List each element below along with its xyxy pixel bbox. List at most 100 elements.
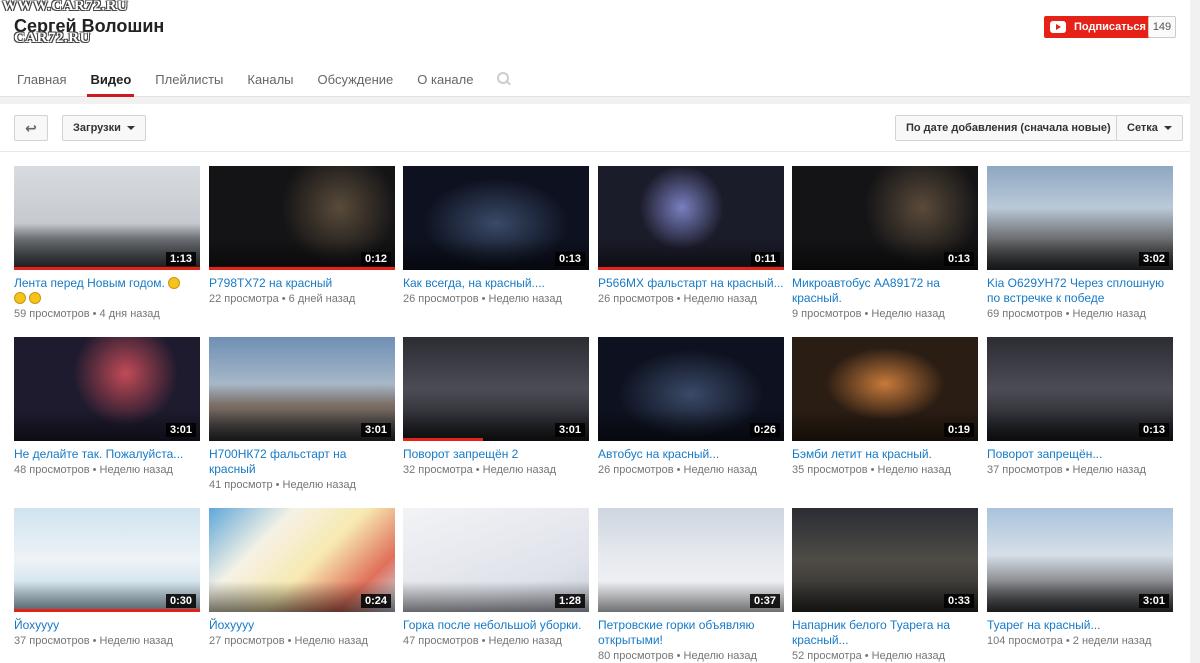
subscriber-count: 149 xyxy=(1148,16,1176,38)
video-age: Неделю назад xyxy=(1072,308,1146,320)
video-card[interactable]: 0:11 Р566МХ фальстарт на красный... 26 про… xyxy=(598,166,784,305)
video-title-text: Автобус на красный... xyxy=(598,447,720,461)
video-age: Неделю назад xyxy=(282,479,356,491)
video-thumbnail[interactable]: 0:33 xyxy=(792,508,978,612)
video-title[interactable]: Автобус на красный... xyxy=(598,447,784,462)
youtube-play-icon xyxy=(1050,21,1066,33)
video-card[interactable]: 0:19 Бэмби летит на красный. 35 просмотров… xyxy=(792,337,978,476)
tab-home[interactable]: Главная xyxy=(17,62,66,97)
video-card[interactable]: 0:30 Йохуууу 37 просмотров • Неделю назад xyxy=(14,508,200,647)
video-title[interactable]: Поворот запрещён... xyxy=(987,447,1173,462)
video-card[interactable]: 0:26 Автобус на красный... 26 просмотров •… xyxy=(598,337,784,476)
tab-playlists[interactable]: Плейлисты xyxy=(155,62,223,97)
view-dropdown[interactable]: Сетка xyxy=(1116,115,1183,141)
video-views: 41 просмотр xyxy=(209,479,273,491)
videos-panel: ↩ Загрузки По дате добавления (сначала н… xyxy=(0,104,1190,663)
video-meta: 35 просмотров • Неделю назад xyxy=(792,464,978,476)
video-thumbnail[interactable]: 0:19 xyxy=(792,337,978,441)
video-duration: 0:30 xyxy=(165,594,196,608)
video-card[interactable]: 0:24 Йохуууу 27 просмотров • Неделю назад xyxy=(209,508,395,647)
video-card[interactable]: 3:01 Не делайте так. Пожалуйста... 48 прос… xyxy=(14,337,200,476)
meta-separator: • xyxy=(284,635,295,647)
video-thumbnail[interactable]: 3:01 xyxy=(403,337,589,441)
video-card[interactable]: 0:12 Р798ТХ72 на красный 22 просмотра • 6 … xyxy=(209,166,395,305)
video-title[interactable]: Йохуууу xyxy=(14,618,200,633)
video-thumbnail[interactable]: 0:30 xyxy=(14,508,200,612)
video-views: 37 просмотров xyxy=(14,635,90,647)
video-age: Неделю назад xyxy=(294,635,368,647)
video-views: 32 просмотра xyxy=(403,464,473,476)
video-thumbnail[interactable]: 0:26 xyxy=(598,337,784,441)
view-label: Сетка xyxy=(1127,122,1158,134)
video-title[interactable]: Йохуууу xyxy=(209,618,395,633)
video-card[interactable]: 3:01 Туарег на красный... 104 просмотра • … xyxy=(987,508,1173,647)
video-thumbnail[interactable]: 0:37 xyxy=(598,508,784,612)
video-thumbnail[interactable]: 0:12 xyxy=(209,166,395,270)
video-title[interactable]: Петровские горки объявляю открытыми! xyxy=(598,618,784,648)
tab-videos[interactable]: Видео xyxy=(87,62,135,97)
meta-separator: • xyxy=(1062,464,1073,476)
video-title-text: Микроавтобус АА89172 на красный. xyxy=(792,276,940,305)
tab-channels[interactable]: Каналы xyxy=(247,62,293,97)
arrow-left-icon: ↩ xyxy=(25,119,37,136)
video-age: Неделю назад xyxy=(683,293,757,305)
video-views: 26 просмотров xyxy=(598,464,674,476)
video-card[interactable]: 0:13 Как всегда, на красный.... 26 просмот… xyxy=(403,166,589,305)
tab-discussion[interactable]: Обсуждение xyxy=(318,62,394,97)
sort-dropdown[interactable]: По дате добавления (сначала новые) xyxy=(895,115,1136,141)
video-age: Неделю назад xyxy=(683,650,757,662)
video-thumbnail[interactable]: 3:01 xyxy=(14,337,200,441)
video-card[interactable]: 3:01 Поворот запрещён 2 32 просмотра • Нед… xyxy=(403,337,589,476)
video-title[interactable]: Горка после небольшой уборки. xyxy=(403,618,589,633)
video-thumbnail[interactable]: 0:11 xyxy=(598,166,784,270)
video-views: 26 просмотров xyxy=(403,293,479,305)
video-title-text: Н700НК72 фальстарт на красный xyxy=(209,447,347,476)
video-title[interactable]: Поворот запрещён 2 xyxy=(403,447,589,462)
video-thumbnail[interactable]: 3:02 xyxy=(987,166,1173,270)
video-title[interactable]: Н700НК72 фальстарт на красный xyxy=(209,447,395,477)
video-card[interactable]: 1:28 Горка после небольшой уборки. 47 прос… xyxy=(403,508,589,647)
video-title[interactable]: Микроавтобус АА89172 на красный. xyxy=(792,276,978,306)
video-age: 2 недели назад xyxy=(1072,635,1152,647)
video-card[interactable]: 3:01 Н700НК72 фальстарт на красный 41 прос… xyxy=(209,337,395,491)
video-title[interactable]: Kia O629УН72 Через сплошную по встречке … xyxy=(987,276,1173,306)
video-thumbnail[interactable]: 3:01 xyxy=(987,508,1173,612)
uploads-dropdown[interactable]: Загрузки xyxy=(62,115,146,141)
video-thumbnail[interactable]: 1:13 xyxy=(14,166,200,270)
back-button[interactable]: ↩ xyxy=(14,115,48,141)
video-meta: 9 просмотров • Неделю назад xyxy=(792,308,978,320)
video-duration: 0:19 xyxy=(943,423,974,437)
video-duration: 3:01 xyxy=(165,423,196,437)
video-title[interactable]: Лента перед Новым годом. xyxy=(14,276,200,306)
video-thumbnail[interactable]: 0:24 xyxy=(209,508,395,612)
video-title[interactable]: Туарег на красный... xyxy=(987,618,1173,633)
chevron-down-icon xyxy=(1163,126,1172,130)
video-title[interactable]: Р566МХ фальстарт на красный... xyxy=(598,276,784,291)
video-thumbnail[interactable]: 0:13 xyxy=(987,337,1173,441)
video-card[interactable]: 1:13 Лента перед Новым годом. 59 просмотр… xyxy=(14,166,200,320)
video-title[interactable]: Напарник белого Туарега на красный... xyxy=(792,618,978,648)
video-thumbnail[interactable]: 1:28 xyxy=(403,508,589,612)
video-card[interactable]: 0:33 Напарник белого Туарега на красный..… xyxy=(792,508,978,662)
subscribe-button[interactable]: Подписаться xyxy=(1044,16,1154,38)
video-thumbnail[interactable]: 0:13 xyxy=(403,166,589,270)
meta-separator: • xyxy=(89,308,100,320)
video-thumbnail[interactable]: 3:01 xyxy=(209,337,395,441)
video-title[interactable]: Не делайте так. Пожалуйста... xyxy=(14,447,200,462)
video-card[interactable]: 3:02 Kia O629УН72 Через сплошную по встре… xyxy=(987,166,1173,320)
video-title[interactable]: Бэмби летит на красный. xyxy=(792,447,978,462)
video-card[interactable]: 0:37 Петровские горки объявляю открытыми!… xyxy=(598,508,784,662)
video-title-text: Поворот запрещён 2 xyxy=(403,447,519,461)
video-title[interactable]: Р798ТХ72 на красный xyxy=(209,276,395,291)
video-card[interactable]: 0:13 Поворот запрещён... 37 просмотров • Н… xyxy=(987,337,1173,476)
video-views: 9 просмотров xyxy=(792,308,862,320)
search-icon[interactable] xyxy=(497,72,511,86)
video-meta: 26 просмотров • Неделю назад xyxy=(598,464,784,476)
tab-about[interactable]: О канале xyxy=(417,62,473,97)
sort-label: По дате добавления (сначала новые) xyxy=(906,122,1111,134)
video-thumbnail[interactable]: 0:13 xyxy=(792,166,978,270)
video-title[interactable]: Как всегда, на красный.... xyxy=(403,276,589,291)
meta-separator: • xyxy=(1062,635,1073,647)
meta-separator: • xyxy=(272,479,283,491)
video-card[interactable]: 0:13 Микроавтобус АА89172 на красный. 9 пр… xyxy=(792,166,978,320)
